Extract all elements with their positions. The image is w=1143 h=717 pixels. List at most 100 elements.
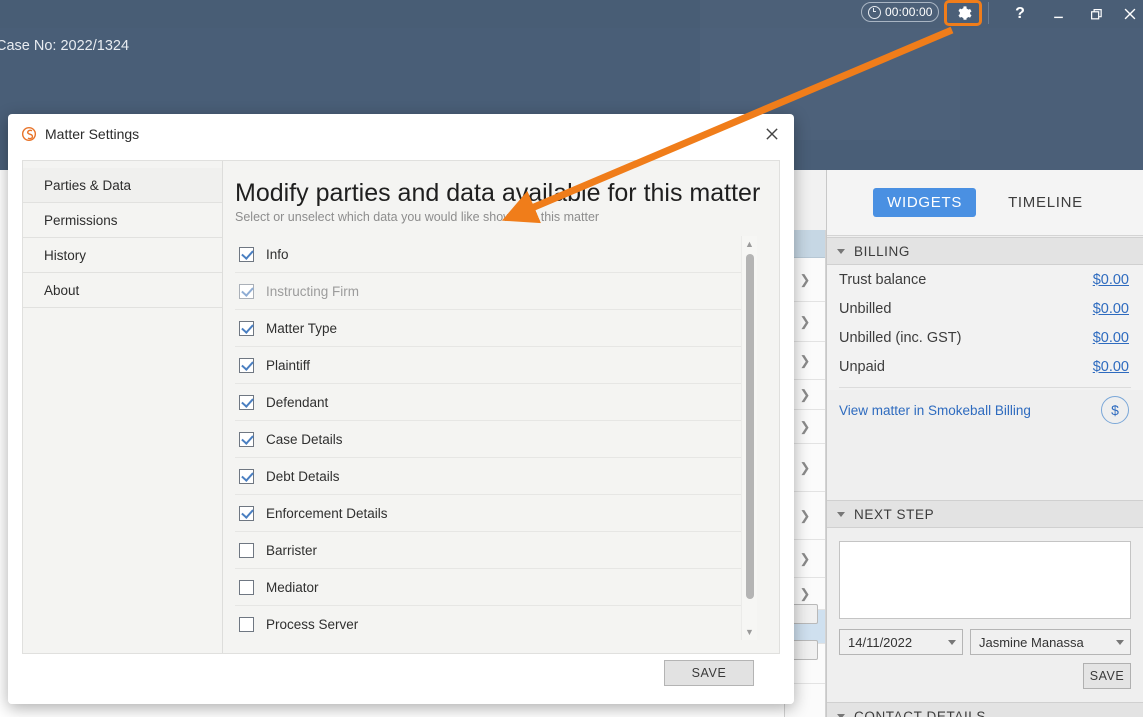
checkbox-debt-details[interactable] xyxy=(239,468,254,484)
data-checkbox-list: Info Instructing Firm Matter Type Plaint… xyxy=(235,236,757,640)
dollar-circle-icon[interactable]: $ xyxy=(1101,396,1129,424)
dialog-title: Matter Settings xyxy=(45,126,140,142)
next-step-controls: 14/11/2022 Jasmine Manassa xyxy=(839,629,1131,655)
checkbox-instructing-firm xyxy=(239,283,254,299)
chevron-down-icon xyxy=(1116,639,1124,645)
sidebar-item-about[interactable]: About xyxy=(23,273,222,308)
checkbox-label: Debt Details xyxy=(266,468,340,484)
billing-value[interactable]: $0.00 xyxy=(1093,330,1129,346)
table-row: Unbilled $0.00 xyxy=(827,294,1143,323)
sidebar-item-permissions[interactable]: Permissions xyxy=(23,203,222,238)
list-item[interactable]: Instructing Firm xyxy=(235,273,757,310)
tab-timeline[interactable]: TIMELINE xyxy=(994,188,1097,217)
checkbox-label: Barrister xyxy=(266,542,318,558)
checkbox-defendant[interactable] xyxy=(239,394,254,410)
table-row: Trust balance $0.00 xyxy=(827,265,1143,294)
page-subtitle: Select or unselect which data you would … xyxy=(235,210,600,224)
table-row: Unbilled (inc. GST) $0.00 xyxy=(827,323,1143,352)
billing-value[interactable]: $0.00 xyxy=(1093,359,1129,375)
billing-label: Trust balance xyxy=(839,271,927,288)
billing-value[interactable]: $0.00 xyxy=(1093,301,1129,317)
checkbox-label: Info xyxy=(266,246,289,262)
right-widgets-panel: WIDGETS TIMELINE BILLING Trust balance $… xyxy=(826,170,1143,717)
matter-settings-dialog: Matter Settings Parties & Data Permissio… xyxy=(8,114,794,704)
help-button[interactable]: ? xyxy=(1002,0,1038,28)
section-header-contact-details[interactable]: CONTACT DETAILS xyxy=(827,702,1143,717)
application-window: 00:00:00 ? Case No: 2022/1324 ❯ ❯ ❯ ❯ ❯ … xyxy=(0,0,1143,717)
save-button[interactable]: SAVE xyxy=(664,660,754,686)
next-step-date-value: 14/11/2022 xyxy=(848,634,913,650)
billing-value[interactable]: $0.00 xyxy=(1093,272,1129,288)
list-item[interactable]: Barrister xyxy=(235,532,757,569)
list-scrollbar[interactable]: ▲ ▼ xyxy=(741,236,757,640)
caret-down-icon xyxy=(837,713,845,717)
checkbox-label: Process Server xyxy=(266,616,359,632)
timer-pill[interactable]: 00:00:00 xyxy=(861,2,939,22)
titlebar-divider xyxy=(988,2,989,24)
scrollbar-thumb[interactable] xyxy=(746,254,754,599)
next-step-person-value: Jasmine Manassa xyxy=(979,634,1084,650)
list-item[interactable]: Debt Details xyxy=(235,458,757,495)
chevron-up-icon[interactable]: ▲ xyxy=(742,236,757,252)
gear-icon[interactable] xyxy=(950,2,976,24)
billing-label: Unbilled (inc. GST) xyxy=(839,329,962,346)
close-window-button[interactable] xyxy=(1116,0,1143,28)
list-item[interactable]: Matter Type xyxy=(235,310,757,347)
checkbox-enforcement-details[interactable] xyxy=(239,505,254,521)
checkbox-info[interactable] xyxy=(239,246,254,262)
next-step-note-input[interactable] xyxy=(839,541,1131,619)
checkbox-label: Plaintiff xyxy=(266,357,311,373)
next-step-date-select[interactable]: 14/11/2022 xyxy=(839,629,963,655)
billing-label: Unpaid xyxy=(839,358,885,375)
dialog-footer: SAVE xyxy=(8,654,794,704)
restore-button[interactable] xyxy=(1078,0,1114,28)
checkbox-barrister[interactable] xyxy=(239,542,254,558)
sidebar-item-parties-and-data[interactable]: Parties & Data xyxy=(23,168,222,203)
next-step-body: 14/11/2022 Jasmine Manassa SAVE xyxy=(827,529,1143,689)
list-item[interactable]: Info xyxy=(235,236,757,273)
clock-icon xyxy=(868,5,881,19)
checkbox-label: Enforcement Details xyxy=(266,505,388,521)
dialog-nav: Parties & Data Permissions History About xyxy=(23,161,223,653)
checkbox-process-server[interactable] xyxy=(239,616,254,632)
list-item[interactable]: Plaintiff xyxy=(235,347,757,384)
section-header-next-step[interactable]: NEXT STEP xyxy=(827,500,1143,528)
minimize-button[interactable] xyxy=(1040,0,1076,28)
checkbox-case-details[interactable] xyxy=(239,431,254,447)
smokeball-logo-icon xyxy=(21,126,37,142)
list-item[interactable]: Case Details xyxy=(235,421,757,458)
list-item[interactable]: Process Server xyxy=(235,606,757,640)
dialog-body: Parties & Data Permissions History About… xyxy=(22,160,780,654)
chevron-down-icon[interactable]: ▼ xyxy=(742,624,757,640)
checkbox-label: Instructing Firm xyxy=(266,283,360,299)
list-item[interactable]: Defendant xyxy=(235,384,757,421)
checkbox-label: Case Details xyxy=(266,431,343,447)
section-title-next-step: NEXT STEP xyxy=(854,506,935,522)
page-title: Modify parties and data available for th… xyxy=(235,179,761,207)
dialog-title-bar: Matter Settings xyxy=(8,114,794,154)
tab-widgets[interactable]: WIDGETS xyxy=(873,188,977,217)
close-icon[interactable] xyxy=(760,122,784,146)
sidebar-item-history[interactable]: History xyxy=(23,238,222,273)
view-in-billing-link[interactable]: View matter in Smokeball Billing xyxy=(839,403,1031,418)
list-item[interactable]: Enforcement Details xyxy=(235,495,757,532)
checkbox-label: Matter Type xyxy=(266,320,338,336)
checkbox-plaintiff[interactable] xyxy=(239,357,254,373)
list-item[interactable]: Mediator xyxy=(235,569,757,606)
checkbox-label: Mediator xyxy=(266,579,319,595)
checkbox-mediator[interactable] xyxy=(239,579,254,595)
next-step-save-button[interactable]: SAVE xyxy=(1083,663,1131,689)
section-title-contact-details: CONTACT DETAILS xyxy=(854,708,987,717)
checkbox-matter-type[interactable] xyxy=(239,320,254,336)
next-step-save-wrap: SAVE xyxy=(839,663,1131,689)
chevron-down-icon xyxy=(948,639,956,645)
caret-down-icon xyxy=(837,248,845,254)
panel-tabs: WIDGETS TIMELINE xyxy=(827,170,1143,236)
section-header-billing[interactable]: BILLING xyxy=(827,237,1143,265)
next-step-person-select[interactable]: Jasmine Manassa xyxy=(970,629,1131,655)
table-row: Unpaid $0.00 xyxy=(827,352,1143,381)
billing-link-row: View matter in Smokeball Billing $ xyxy=(827,388,1143,424)
case-number-label: Case No: 2022/1324 xyxy=(0,38,130,54)
checkbox-label: Defendant xyxy=(266,394,329,410)
billing-label: Unbilled xyxy=(839,300,892,317)
